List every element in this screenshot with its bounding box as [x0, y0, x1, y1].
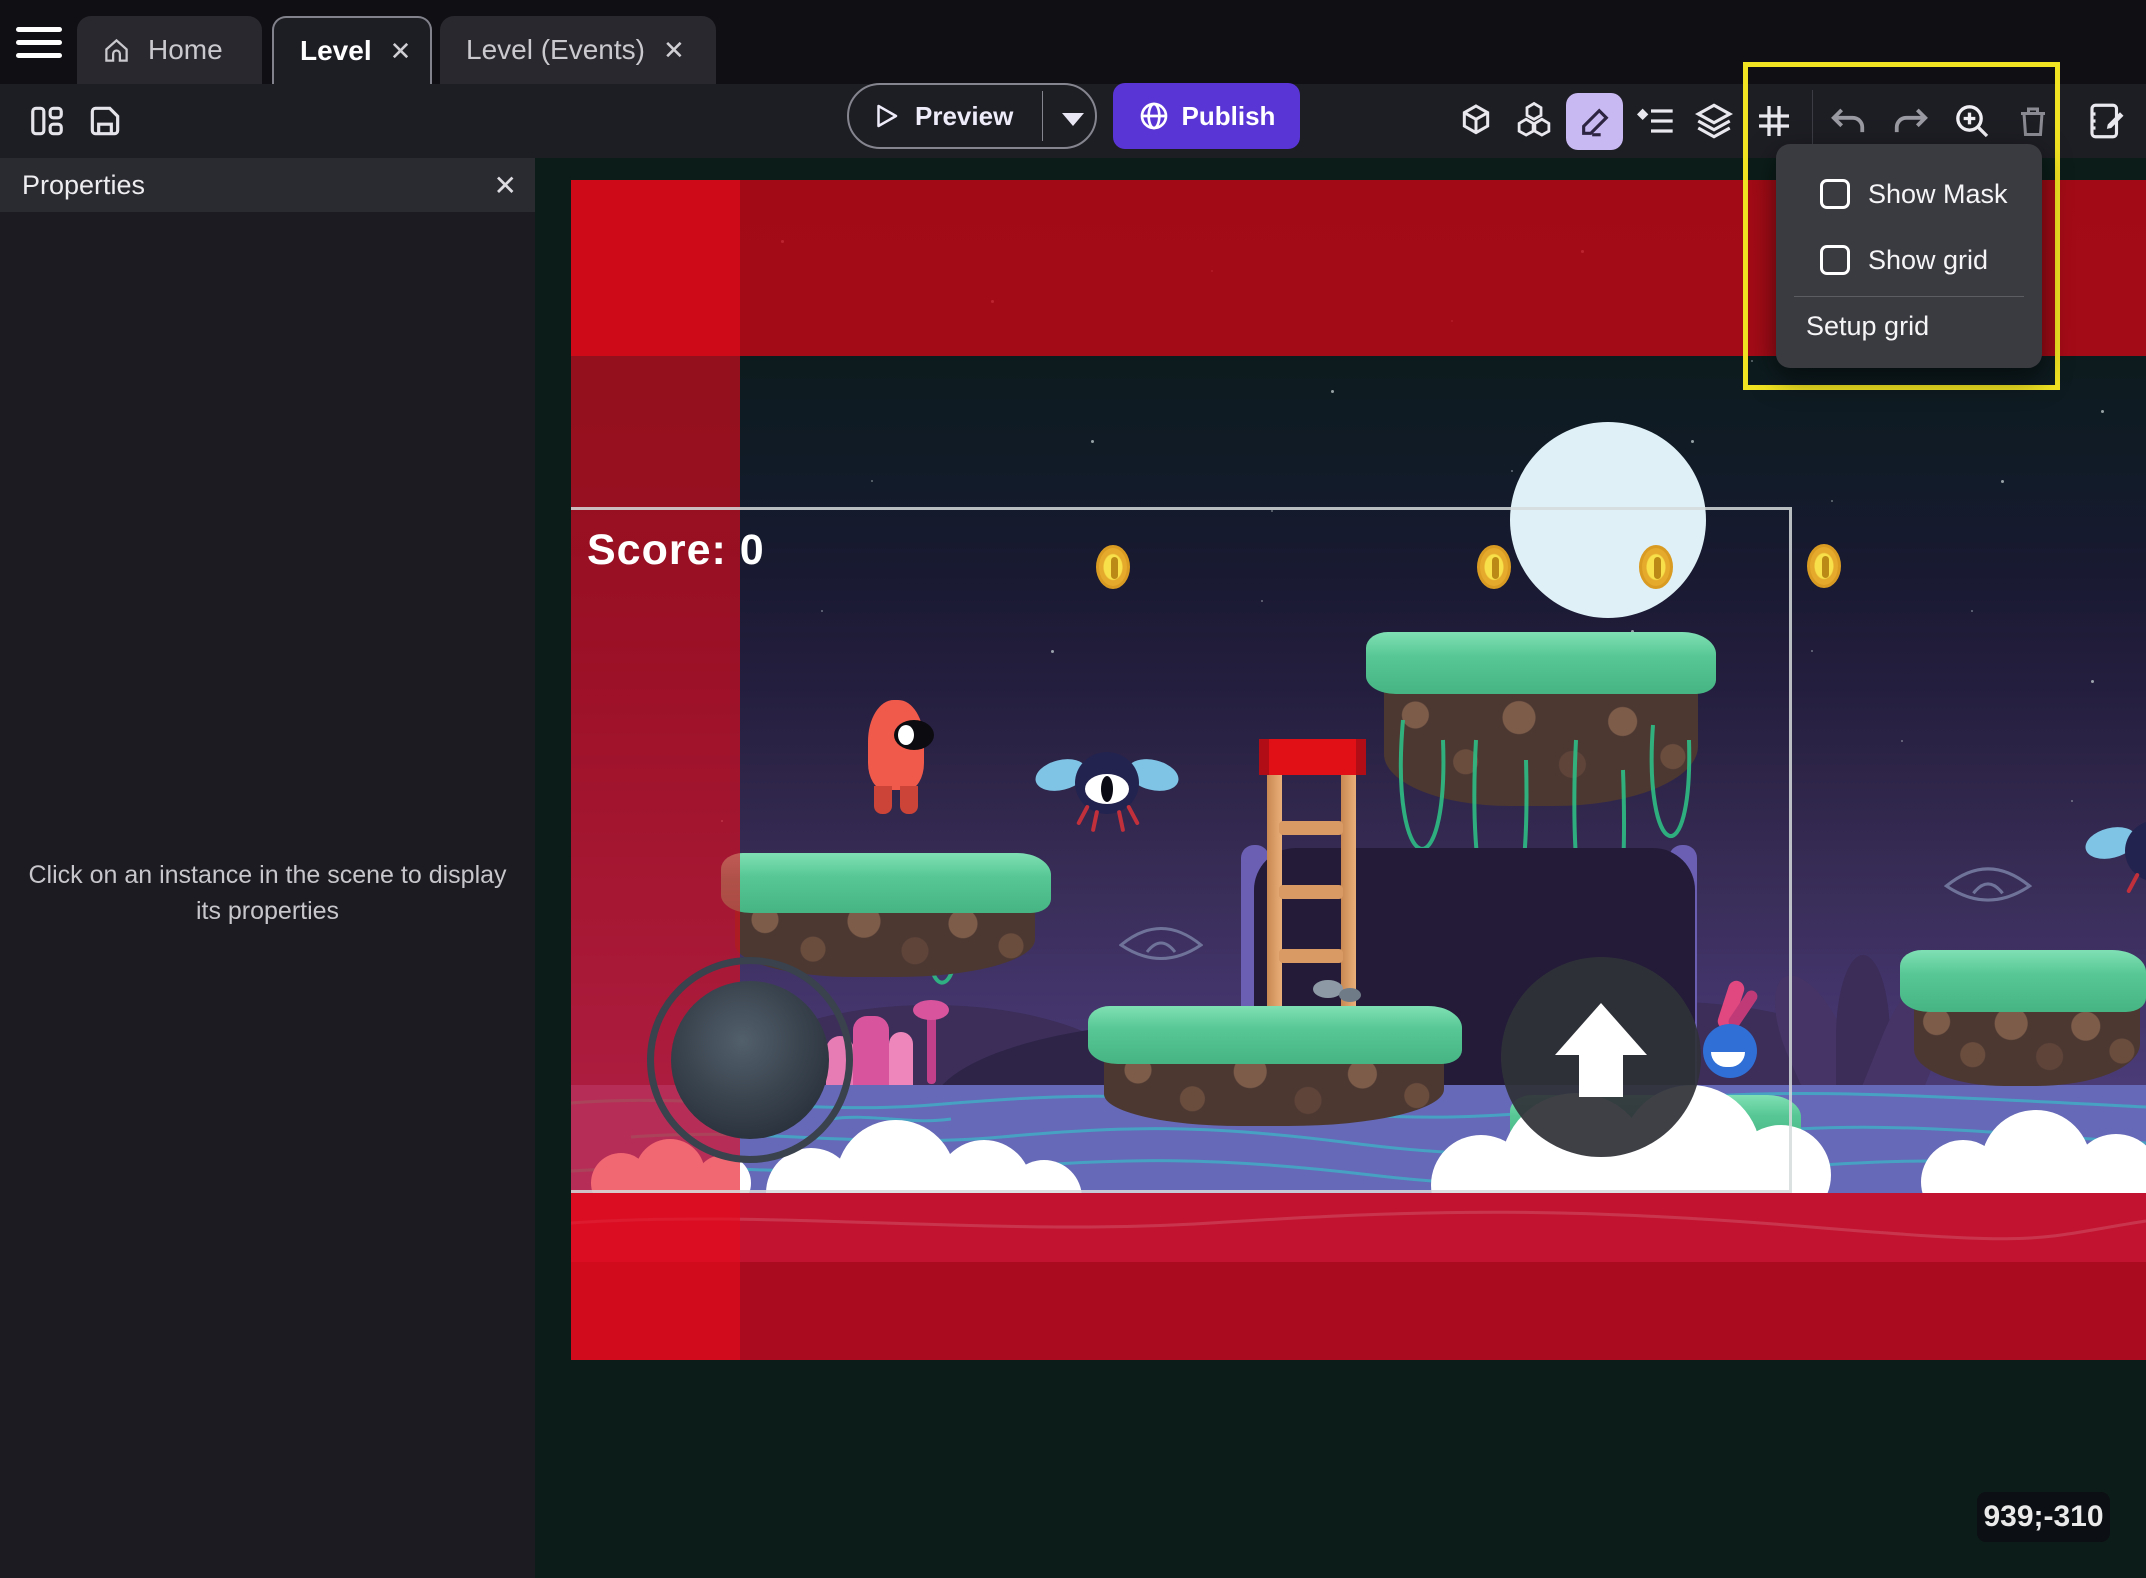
fly-enemy-sprite[interactable] [2085, 820, 2146, 900]
up-arrow-stem [1579, 1053, 1623, 1097]
eye-decoration [1941, 860, 2035, 912]
tab-home[interactable]: Home [77, 16, 262, 84]
show-mask-label: Show Mask [1868, 179, 2008, 210]
play-icon [871, 100, 901, 132]
jump-button[interactable] [1501, 957, 1701, 1157]
preview-split-divider [1042, 91, 1043, 141]
joystick-pad[interactable] [671, 981, 829, 1139]
publish-button[interactable]: Publish [1113, 83, 1300, 149]
tab-level-events-label: Level (Events) [466, 34, 645, 66]
show-mask-checkbox[interactable] [1820, 179, 1850, 209]
globe-icon [1138, 100, 1170, 132]
show-grid-label: Show grid [1868, 245, 1988, 276]
show-mask-menu-item[interactable]: Show Mask [1776, 172, 2042, 216]
show-grid-menu-item[interactable]: Show grid [1776, 238, 2042, 282]
tab-bar: Home Level ✕ Level (Events) ✕ [0, 0, 2146, 84]
properties-panel-close-icon[interactable]: ✕ [494, 169, 517, 202]
properties-panel-header: Properties ✕ [0, 158, 535, 212]
hamburger-menu-icon[interactable] [16, 26, 62, 60]
objects-panel-icon[interactable] [1452, 84, 1500, 158]
menu-divider [1794, 296, 2024, 297]
preview-label: Preview [915, 101, 1013, 132]
layers-icon[interactable] [1690, 84, 1738, 158]
ground-swirl [571, 1193, 2146, 1262]
instances-list-icon[interactable] [1632, 84, 1680, 158]
edit-scene-events-icon[interactable] [2080, 84, 2132, 158]
home-icon [103, 37, 130, 64]
tab-level-label: Level [300, 35, 372, 67]
object-groups-icon[interactable] [1510, 84, 1558, 158]
edit-mode-pencil-icon[interactable] [1566, 93, 1623, 150]
platform-sprite[interactable] [1900, 950, 2146, 1090]
properties-empty-message: Click on an instance in the scene to dis… [28, 858, 507, 929]
publish-label: Publish [1182, 101, 1276, 132]
tab-level-close-icon[interactable]: ✕ [390, 38, 412, 64]
score-text[interactable]: Score: 0 [587, 526, 765, 575]
chevron-down-icon[interactable] [1062, 113, 1084, 126]
cloud-sprite[interactable] [1921, 1110, 2146, 1200]
toolbar-divider [1812, 90, 1813, 152]
save-icon[interactable] [80, 84, 130, 158]
show-grid-checkbox[interactable] [1820, 245, 1850, 275]
scene-editor-canvas[interactable]: Score: 0 [535, 158, 2146, 1578]
tab-level-events-close-icon[interactable]: ✕ [663, 37, 685, 63]
setup-grid-menu-item[interactable]: Setup grid [1806, 306, 1929, 346]
up-arrow-icon [1555, 1003, 1647, 1055]
ground-dark-red-band [571, 1262, 2146, 1360]
grid-options-menu: Show Mask Show grid Setup grid [1776, 144, 2042, 368]
tab-level-events[interactable]: Level (Events) ✕ [440, 16, 716, 84]
preview-button[interactable]: Preview [847, 83, 1097, 149]
cursor-coordinates-badge: 939;-310 [1977, 1492, 2110, 1542]
properties-panel-title: Properties [22, 170, 145, 201]
toggle-panels-icon[interactable] [22, 84, 72, 158]
tab-home-label: Home [148, 34, 223, 66]
gdevelop-editor-window: Home Level ✕ Level (Events) ✕ Preview Pu… [0, 0, 2146, 1578]
properties-panel: Properties ✕ Click on an instance in the… [0, 158, 535, 1578]
tab-level[interactable]: Level ✕ [272, 16, 432, 84]
